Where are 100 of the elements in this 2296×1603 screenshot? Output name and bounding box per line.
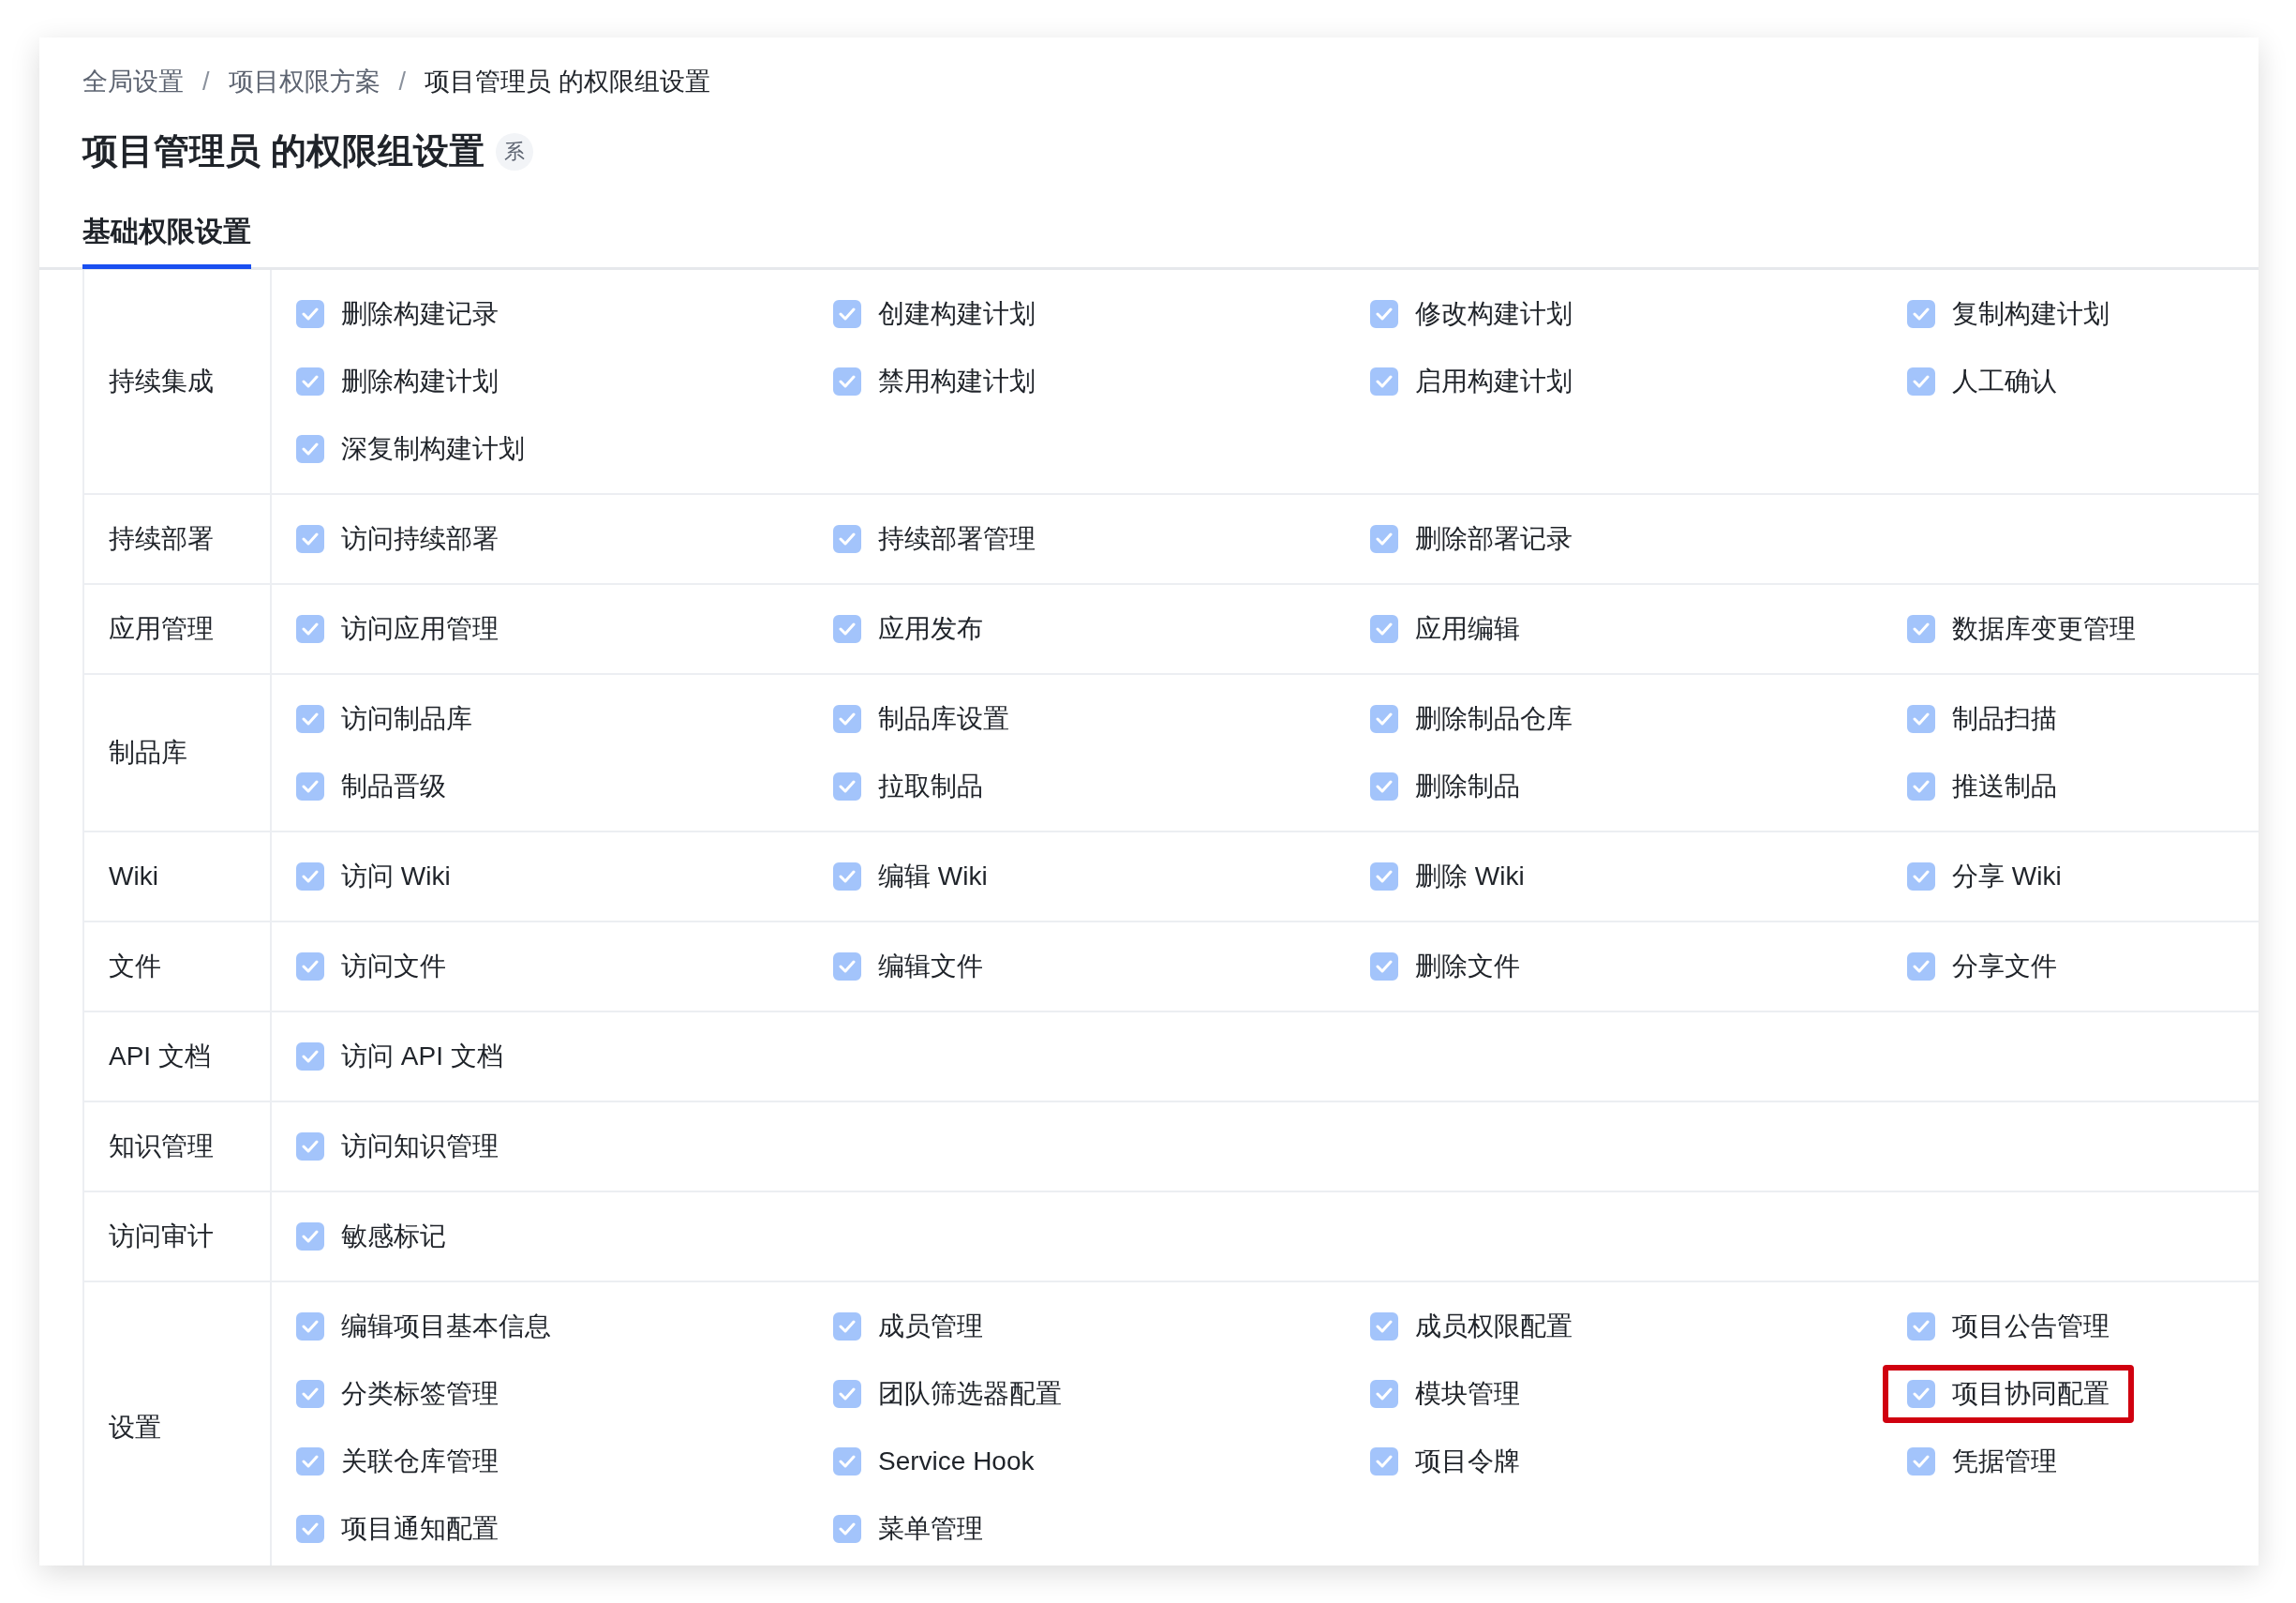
- checkbox-icon: [1907, 615, 1935, 643]
- checkbox-icon: [296, 1447, 324, 1476]
- checkbox-icon: [833, 1380, 861, 1408]
- checkbox-icon: [296, 1132, 324, 1161]
- permission-checkbox[interactable]: 数据库变更管理: [1883, 600, 2160, 658]
- permission-checkbox[interactable]: 修改构建计划: [1346, 285, 1597, 343]
- permission-checkbox[interactable]: 访问持续部署: [272, 510, 523, 568]
- group-name: 设置: [109, 1412, 161, 1444]
- permission-checkbox[interactable]: 项目公告管理: [1883, 1297, 2134, 1356]
- permission-checkbox[interactable]: 拉取制品: [809, 757, 1007, 816]
- checkbox-icon: [1370, 525, 1398, 553]
- permission-checkbox[interactable]: 禁用构建计划: [809, 352, 1060, 411]
- breadcrumb-link[interactable]: 项目权限方案: [228, 65, 380, 98]
- permission-checkbox[interactable]: 成员管理: [809, 1297, 1007, 1356]
- checkbox-icon: [296, 1515, 324, 1543]
- checkbox-icon: [1907, 300, 1935, 328]
- group-name: 持续集成: [109, 366, 214, 397]
- breadcrumb-link[interactable]: 全局设置: [82, 65, 184, 98]
- checkbox-icon: [833, 367, 861, 396]
- checkbox-icon: [833, 705, 861, 733]
- permission-checkbox[interactable]: 深复制构建计划: [272, 420, 549, 478]
- permission-checkbox[interactable]: 凭据管理: [1883, 1432, 2081, 1491]
- checkbox-icon: [1370, 952, 1398, 981]
- permission-checkbox[interactable]: Service Hook: [809, 1432, 1059, 1491]
- permission-checkbox[interactable]: 访问 Wiki: [272, 847, 475, 906]
- permission-checkbox[interactable]: 成员权限配置: [1346, 1297, 1597, 1356]
- permission-checkbox[interactable]: 制品晋级: [272, 757, 470, 816]
- permission-checkbox[interactable]: 分类标签管理: [272, 1365, 523, 1423]
- checkbox-icon: [1370, 1312, 1398, 1341]
- tab[interactable]: 基础权限设置: [82, 213, 251, 269]
- permission-checkbox[interactable]: 分享文件: [1883, 937, 2081, 996]
- permission-checkbox[interactable]: 创建构建计划: [809, 285, 1060, 343]
- permission-checkbox[interactable]: 制品库设置: [809, 690, 1034, 748]
- system-badge: 系: [495, 132, 533, 171]
- permission-checkbox[interactable]: 访问文件: [272, 937, 470, 996]
- group-name: Wiki: [109, 861, 158, 891]
- permission-checkbox[interactable]: 访问 API 文档: [272, 1027, 528, 1086]
- checkbox-icon: [296, 1312, 324, 1341]
- permission-checkbox[interactable]: 删除制品仓库: [1346, 690, 1597, 748]
- checkbox-icon: [1907, 1380, 1935, 1408]
- checkbox-icon: [296, 772, 324, 801]
- checkbox-icon: [296, 615, 324, 643]
- permission-checkbox[interactable]: 删除制品: [1346, 757, 1544, 816]
- checkbox-icon: [1370, 367, 1398, 396]
- permission-checkbox[interactable]: 应用发布: [809, 600, 1007, 658]
- permission-checkbox[interactable]: 访问制品库: [272, 690, 497, 748]
- group-name: API 文档: [109, 1041, 211, 1072]
- checkbox-icon: [1370, 1380, 1398, 1408]
- permission-checkbox[interactable]: 编辑文件: [809, 937, 1007, 996]
- permission-checkbox[interactable]: 编辑项目基本信息: [272, 1297, 575, 1356]
- checkbox-icon: [296, 1222, 324, 1251]
- permission-checkbox[interactable]: 推送制品: [1883, 757, 2081, 816]
- checkbox-icon: [296, 862, 324, 891]
- permission-checkbox[interactable]: 删除文件: [1346, 937, 1544, 996]
- checkbox-icon: [833, 952, 861, 981]
- checkbox-icon: [296, 435, 324, 463]
- permission-checkbox[interactable]: 持续部署管理: [809, 510, 1060, 568]
- permission-checkbox[interactable]: 应用编辑: [1346, 600, 1544, 658]
- checkbox-icon: [296, 300, 324, 328]
- checkbox-icon: [833, 525, 861, 553]
- checkbox-icon: [1907, 952, 1935, 981]
- checkbox-icon: [1907, 367, 1935, 396]
- checkbox-icon: [1907, 705, 1935, 733]
- breadcrumb-separator: /: [398, 67, 407, 97]
- permission-checkbox[interactable]: 敏感标记: [272, 1207, 470, 1266]
- permission-checkbox[interactable]: 访问知识管理: [272, 1117, 523, 1176]
- permission-checkbox[interactable]: 访问应用管理: [272, 600, 523, 658]
- checkbox-icon: [296, 525, 324, 553]
- permission-checkbox[interactable]: 删除部署记录: [1346, 510, 1597, 568]
- permission-checkbox[interactable]: 复制构建计划: [1883, 285, 2134, 343]
- checkbox-icon: [833, 300, 861, 328]
- checkbox-icon: [296, 705, 324, 733]
- permission-checkbox[interactable]: 菜单管理: [809, 1500, 1007, 1558]
- checkbox-icon: [833, 1447, 861, 1476]
- checkbox-icon: [1370, 1447, 1398, 1476]
- checkbox-icon: [1907, 862, 1935, 891]
- checkbox-icon: [1370, 300, 1398, 328]
- page-title: 项目管理员 的权限组设置: [82, 130, 485, 172]
- checkbox-icon: [1907, 1312, 1935, 1341]
- permission-checkbox[interactable]: 项目通知配置: [272, 1500, 523, 1558]
- permission-checkbox[interactable]: 删除构建记录: [272, 285, 523, 343]
- permission-checkbox[interactable]: 编辑 Wiki: [809, 847, 1012, 906]
- permission-checkbox[interactable]: 团队筛选器配置: [809, 1365, 1086, 1423]
- permission-checkbox[interactable]: 制品扫描: [1883, 690, 2081, 748]
- checkbox-icon: [833, 772, 861, 801]
- permission-checkbox[interactable]: 分享 Wiki: [1883, 847, 2086, 906]
- permission-checkbox[interactable]: 关联仓库管理: [272, 1432, 523, 1491]
- group-name: 访问审计: [109, 1221, 214, 1252]
- permission-checkbox[interactable]: 项目令牌: [1346, 1432, 1544, 1491]
- permission-checkbox[interactable]: 模块管理: [1346, 1365, 1544, 1423]
- permission-checkbox[interactable]: 项目协同配置: [1883, 1365, 2134, 1423]
- checkbox-icon: [296, 367, 324, 396]
- permission-checkbox[interactable]: 删除 Wiki: [1346, 847, 1549, 906]
- permission-checkbox[interactable]: 启用构建计划: [1346, 352, 1597, 411]
- breadcrumb-separator: /: [202, 67, 210, 97]
- breadcrumb-link[interactable]: 项目管理员 的权限组设置: [425, 65, 710, 98]
- permission-checkbox[interactable]: 删除构建计划: [272, 352, 523, 411]
- permission-checkbox[interactable]: 人工确认: [1883, 352, 2081, 411]
- checkbox-icon: [833, 1515, 861, 1543]
- group-name: 持续部署: [109, 523, 214, 555]
